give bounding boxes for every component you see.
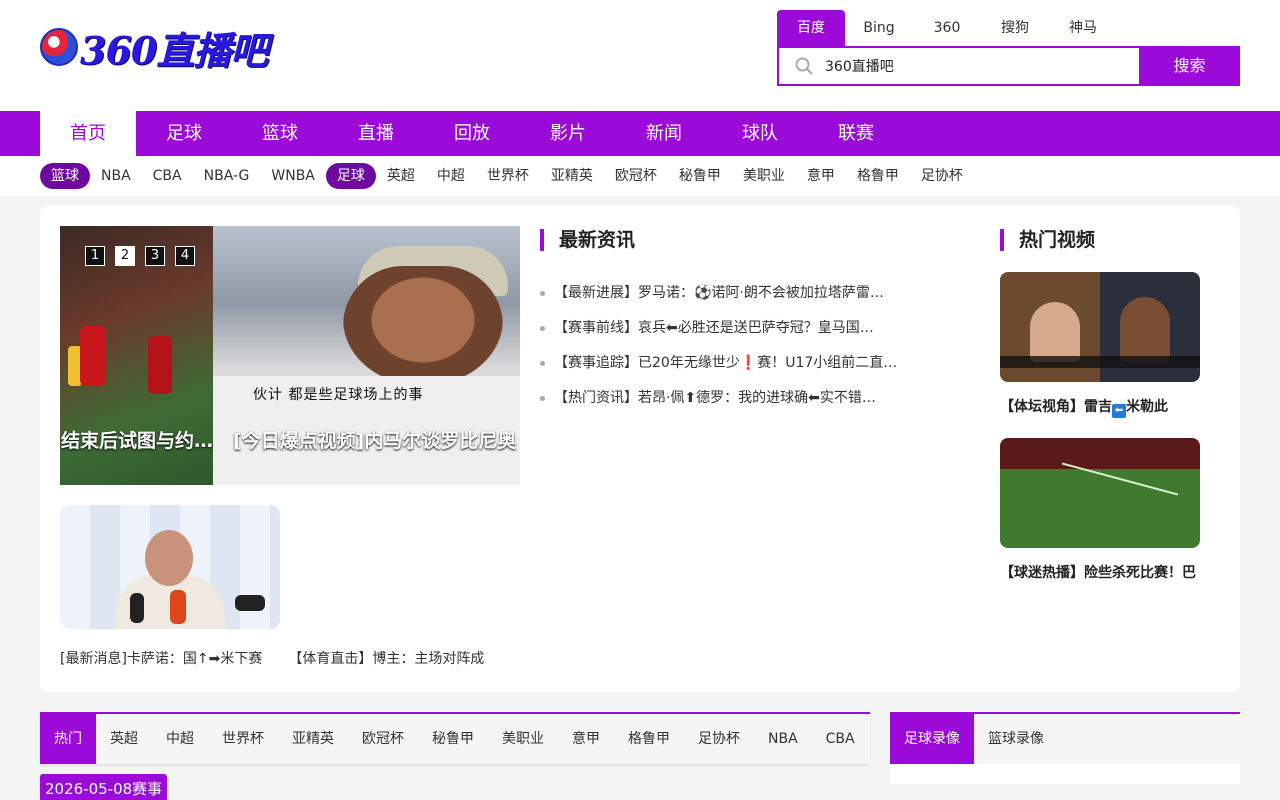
tab-league[interactable]: 格鲁甲	[614, 714, 684, 764]
video-card[interactable]: 【球迷热播】险些杀死比赛！巴	[1000, 438, 1200, 582]
tab-league[interactable]: 中超	[152, 714, 208, 764]
subnav-item[interactable]: CBA	[142, 163, 193, 189]
search-input[interactable]	[825, 48, 1125, 84]
date-badge: 2026-05-08赛事	[40, 774, 168, 800]
search-engine-tab[interactable]: 360	[913, 10, 981, 46]
news-link[interactable]: 【体育直击】博主：主场对阵成	[288, 648, 484, 668]
subnav-item[interactable]: 中超	[426, 163, 476, 189]
video-thumbnail	[1000, 438, 1200, 548]
slider-dot[interactable]: 4	[175, 246, 195, 266]
nav-item-movies[interactable]: 影片	[520, 111, 616, 156]
tab-league[interactable]: 足协杯	[684, 714, 754, 764]
nav-item-home[interactable]: 首页	[40, 111, 136, 156]
tab-league[interactable]: 秘鲁甲	[418, 714, 488, 764]
search-icon	[795, 57, 813, 75]
subnav-item[interactable]: 美职业	[732, 163, 796, 189]
news-item[interactable]: 【赛事前线】哀兵⬅必胜还是送巴萨夺冠？皇马国…	[540, 316, 920, 351]
nav-item-news[interactable]: 新闻	[616, 111, 712, 156]
subnav-item[interactable]: NBA	[90, 163, 142, 189]
search-field	[777, 46, 1139, 86]
subnav-category-basketball[interactable]: 篮球	[40, 163, 90, 189]
nav-item-live[interactable]: 直播	[328, 111, 424, 156]
football-logo-icon	[40, 28, 78, 66]
latest-news-list: 【最新进展】罗马诺：⚽诺阿·朗不会被加拉塔萨雷… 【赛事前线】哀兵⬅必胜还是送巴…	[540, 281, 920, 421]
hero-slider[interactable]: 伙计 都是些足球场上的事 1 2 3 4 结束后试图与约… [今日爆点视频]内马…	[60, 226, 520, 485]
tab-league[interactable]: 英超	[96, 714, 152, 764]
subnav-item[interactable]: 足协杯	[910, 163, 974, 189]
news-item[interactable]: 【最新进展】罗马诺：⚽诺阿·朗不会被加拉塔萨雷…	[540, 281, 920, 316]
main-nav: 首页 足球 篮球 直播 回放 影片 新闻 球队 联赛	[0, 111, 1280, 156]
search-box: 搜索	[777, 46, 1240, 86]
thumb-links: [最新消息]卡萨诺：国↑➡米下赛 【体育直击】博主：主场对阵成	[60, 648, 510, 668]
search-engine-tab[interactable]: Bing	[845, 10, 913, 46]
tab-hot[interactable]: 热门	[40, 714, 96, 764]
search-engine-tabs: 百度 Bing 360 搜狗 神马	[777, 10, 1117, 46]
tab-league[interactable]: 世界杯	[208, 714, 278, 764]
subnav-category-football[interactable]: 足球	[325, 163, 376, 189]
subnav-item[interactable]: WNBA	[260, 163, 326, 189]
content-card: 伙计 都是些足球场上的事 1 2 3 4 结束后试图与约… [今日爆点视频]内马…	[40, 206, 1240, 692]
nav-item-teams[interactable]: 球队	[712, 111, 808, 156]
tab-football-replay[interactable]: 足球录像	[890, 714, 974, 764]
news-link[interactable]: [最新消息]卡萨诺：国↑➡米下赛	[60, 648, 262, 668]
video-title: 【球迷热播】险些杀死比赛！巴	[1000, 565, 1196, 581]
nav-item-replay[interactable]: 回放	[424, 111, 520, 156]
hot-videos-title: 热门视频	[1000, 229, 1095, 251]
subnav-item[interactable]: 世界杯	[476, 163, 540, 189]
replay-tabs: 足球录像 篮球录像	[890, 712, 1240, 764]
subnav-item[interactable]: 欧冠杯	[604, 163, 668, 189]
slide-subtitle: 伙计 都是些足球场上的事	[253, 387, 424, 403]
site-header: 360直播吧 百度 Bing 360 搜狗 神马 搜索	[0, 0, 1280, 111]
search-engine-tab[interactable]: 百度	[777, 10, 845, 46]
tab-league[interactable]: NBA	[754, 714, 812, 764]
nav-item-football[interactable]: 足球	[136, 111, 232, 156]
video-title: 【体坛视角】雷吉 ⬅ 米勒此	[1000, 399, 1168, 418]
video-thumbnail	[1000, 272, 1200, 382]
subnav-item[interactable]: 亚精英	[540, 163, 604, 189]
subnav-item[interactable]: 格鲁甲	[846, 163, 910, 189]
arrow-left-icon: ⬅	[1112, 404, 1126, 418]
tab-league[interactable]: 亚精英	[278, 714, 348, 764]
tab-league[interactable]: 美职业	[488, 714, 558, 764]
slider-dot[interactable]: 3	[145, 246, 165, 266]
search-button[interactable]: 搜索	[1139, 46, 1240, 86]
slider-pagination: 1 2 3 4	[85, 246, 205, 266]
latest-news-title: 最新资讯	[540, 229, 635, 251]
news-item[interactable]: 【热门资讯】若昂·佩⬆德罗：我的进球确⬅实不错…	[540, 386, 920, 421]
tab-league[interactable]: 欧冠杯	[348, 714, 418, 764]
logo-text: 360直播吧	[80, 27, 268, 73]
subnav-item[interactable]: 秘鲁甲	[668, 163, 732, 189]
replay-panel	[890, 764, 1240, 784]
schedule-tabs: 热门 英超 中超 世界杯 亚精英 欧冠杯 秘鲁甲 美职业 意甲 格鲁甲 足协杯 …	[40, 712, 870, 764]
slide-caption[interactable]: 结束后试图与约… [今日爆点视频]内马尔谈罗比尼奥	[60, 424, 520, 458]
slider-dot[interactable]: 1	[85, 246, 105, 266]
search-engine-tab[interactable]: 神马	[1049, 10, 1117, 46]
tab-league[interactable]: CBA	[812, 714, 869, 764]
subnav-item[interactable]: 意甲	[796, 163, 846, 189]
nav-item-basketball[interactable]: 篮球	[232, 111, 328, 156]
news-thumbnail[interactable]	[60, 505, 280, 629]
news-item[interactable]: 【赛事追踪】已20年无缘世少❗赛！U17小组前二直…	[540, 351, 920, 386]
tab-basketball-replay[interactable]: 篮球录像	[974, 714, 1058, 764]
slider-dot-active[interactable]: 2	[115, 246, 135, 266]
sub-nav: 篮球 NBA CBA NBA-G WNBA 足球 英超 中超 世界杯 亚精英 欧…	[0, 156, 1280, 196]
site-logo[interactable]: 360直播吧	[40, 18, 272, 76]
slide-caption-prev: 结束后试图与约…	[60, 430, 213, 452]
video-card[interactable]: 【体坛视角】雷吉 ⬅ 米勒此	[1000, 272, 1200, 418]
nav-item-leagues[interactable]: 联赛	[808, 111, 904, 156]
search-engine-tab[interactable]: 搜狗	[981, 10, 1049, 46]
slide-caption-current: [今日爆点视频]内马尔谈罗比尼奥	[233, 430, 517, 452]
tab-league[interactable]: 意甲	[558, 714, 614, 764]
subnav-item[interactable]: NBA-G	[193, 163, 261, 189]
subnav-item[interactable]: 英超	[376, 163, 426, 189]
